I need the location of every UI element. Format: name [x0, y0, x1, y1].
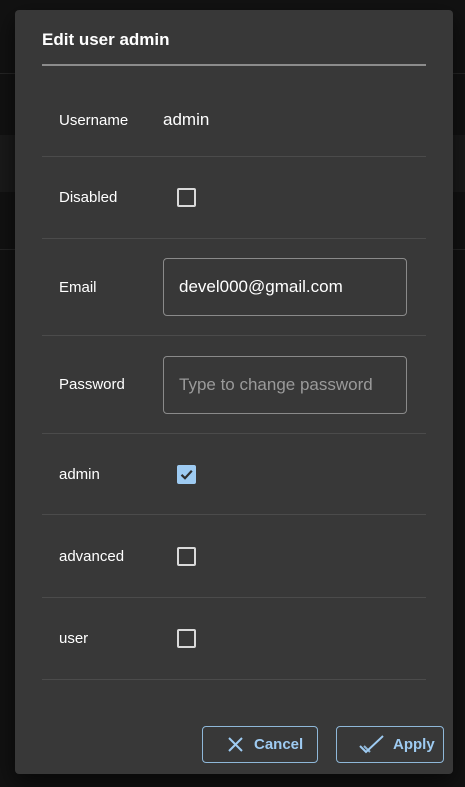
- disabled-row: Disabled: [42, 157, 426, 239]
- cancel-label: Cancel: [254, 736, 304, 753]
- user-form: Username admin Disabled Email Password a…: [42, 84, 426, 680]
- role-checkbox-user[interactable]: [177, 629, 196, 648]
- password-row: Password: [42, 336, 426, 434]
- close-icon: [227, 736, 244, 753]
- password-field[interactable]: [163, 355, 407, 414]
- password-label: Password: [59, 376, 125, 393]
- role-row-admin: admin: [42, 434, 426, 515]
- email-label: Email: [59, 278, 97, 296]
- username-value: admin: [163, 110, 210, 129]
- checkmark-icon: [180, 469, 193, 480]
- apply-button[interactable]: Apply: [336, 726, 444, 763]
- apply-label: Apply: [393, 736, 435, 753]
- role-row-advanced: advanced: [42, 515, 426, 598]
- role-row-user: user: [42, 598, 426, 680]
- role-checkbox-advanced[interactable]: [177, 546, 196, 566]
- dialog-title: Edit user admin: [42, 30, 170, 49]
- cancel-button[interactable]: Cancel: [202, 726, 318, 763]
- disabled-label: Disabled: [59, 189, 118, 206]
- role-label: user: [59, 630, 89, 647]
- username-label: Username: [59, 111, 129, 129]
- role-label: admin: [59, 465, 100, 483]
- role-checkbox-admin[interactable]: [177, 464, 196, 484]
- double-check-icon: [359, 734, 385, 755]
- edit-user-dialog: Edit user admin Username admin Disabled …: [15, 10, 453, 774]
- email-field[interactable]: [163, 258, 407, 316]
- role-label: advanced: [59, 547, 125, 565]
- disabled-checkbox[interactable]: [177, 188, 196, 207]
- username-row: Username admin: [42, 84, 426, 157]
- email-row: Email: [42, 239, 426, 336]
- title-divider: [42, 64, 426, 66]
